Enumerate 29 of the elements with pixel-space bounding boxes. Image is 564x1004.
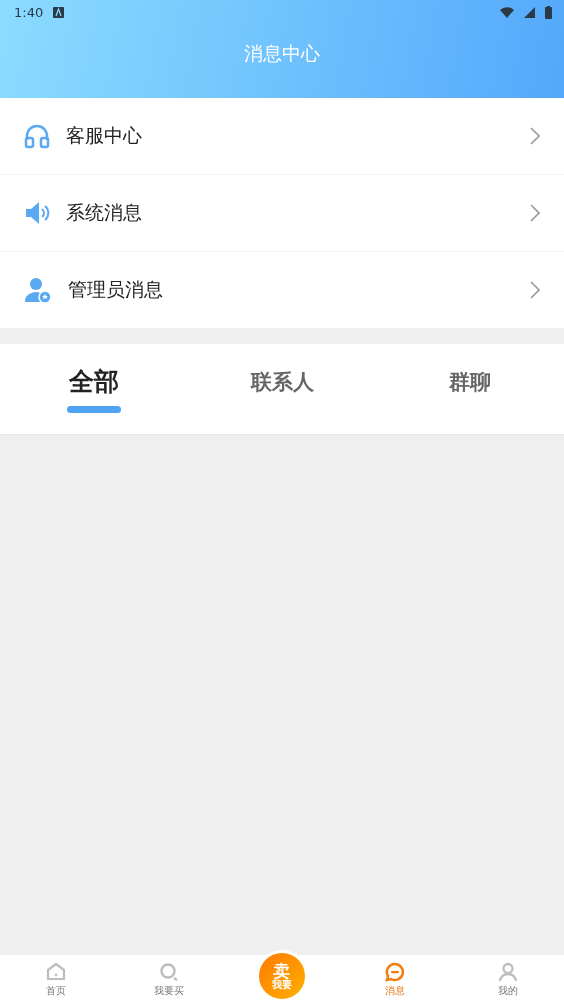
- notification-icon: [53, 6, 65, 18]
- tab[interactable]: 群聊: [376, 344, 564, 434]
- search-icon: [159, 962, 180, 982]
- headset-icon: [24, 123, 50, 149]
- menu-label: 系统消息: [66, 200, 143, 225]
- nav-item[interactable]: 我的: [451, 955, 564, 1004]
- nav-item[interactable]: 消息: [338, 955, 452, 1004]
- speaker-icon: [24, 200, 50, 226]
- wifi-icon: [500, 6, 514, 18]
- user-star-icon: [24, 276, 52, 304]
- chevron-right-icon: [530, 127, 540, 145]
- nav-item[interactable]: 我要买: [112, 955, 226, 1004]
- status-time: 1:40: [14, 4, 44, 20]
- chevron-right-icon: [530, 204, 540, 222]
- battery-icon: [545, 5, 552, 19]
- tab[interactable]: 联系人: [188, 344, 376, 434]
- home-icon: [46, 962, 67, 982]
- signal-icon: [524, 6, 535, 18]
- chevron-right-icon: [530, 281, 540, 299]
- menu-label: 客服中心: [66, 123, 143, 148]
- user-icon: [497, 962, 518, 982]
- page-title: 消息中心: [244, 41, 320, 66]
- nav-item[interactable]: 首页: [0, 955, 113, 1004]
- tab[interactable]: 全部: [0, 344, 188, 434]
- menu-row[interactable]: 系统消息: [0, 175, 564, 252]
- menu-row[interactable]: 管理员消息: [0, 252, 564, 328]
- menu-label: 管理员消息: [68, 277, 164, 302]
- chat-bubble-icon: [384, 962, 405, 982]
- menu-row[interactable]: 客服中心: [0, 98, 564, 175]
